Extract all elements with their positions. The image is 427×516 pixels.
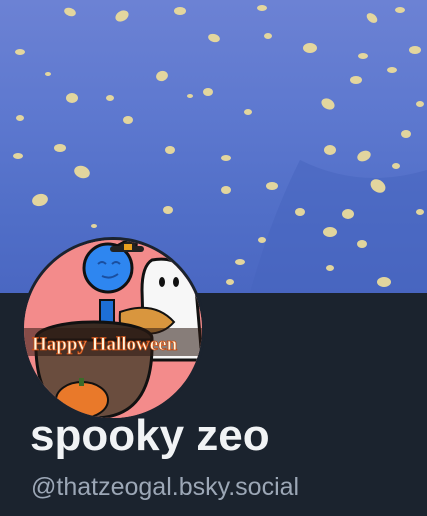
halloween-avatar-icon: Happy Halloween <box>24 240 202 418</box>
display-name: spooky zeo <box>30 411 270 460</box>
profile-banner[interactable] <box>0 0 427 293</box>
profile-handle[interactable]: @thatzeogal.bsky.social <box>31 471 299 503</box>
halloween-caption: Happy Halloween <box>32 334 178 355</box>
avatar[interactable]: Happy Halloween <box>21 237 205 421</box>
profile-header: Happy Halloween spooky zeo @thatzeogal.b… <box>0 0 427 516</box>
falling-leaves-banner-image <box>13 5 427 293</box>
